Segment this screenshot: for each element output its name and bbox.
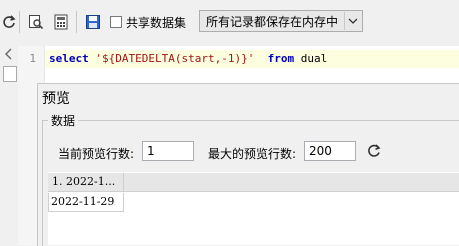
string-literal: '${DATEDELTA(start,-1)}'	[95, 52, 255, 65]
data-group-label: 数据	[48, 112, 79, 129]
preview-icon[interactable]	[27, 13, 45, 31]
toolbar-separator	[19, 11, 20, 33]
storage-mode-select[interactable]: 所有记录都保存在内存中	[199, 10, 363, 32]
line-number: 1	[29, 52, 36, 65]
calculator-icon[interactable]	[52, 13, 70, 31]
sql-code-line[interactable]: select '${DATEDELTA(start,-1)}' from dua…	[49, 52, 327, 65]
grid-column-header[interactable]: 1. 2022-1...	[48, 173, 124, 191]
toolbar-separator	[76, 11, 77, 33]
dialog-title: 预览	[42, 91, 70, 107]
share-dataset-label: 共享数据集	[126, 15, 187, 30]
max-rows-input[interactable]: 200	[304, 141, 356, 161]
current-rows-label: 当前预览行数:	[58, 147, 135, 161]
keyword-select: select	[49, 52, 89, 65]
save-icon[interactable]	[84, 13, 102, 31]
scroll-box[interactable]	[3, 66, 17, 82]
max-rows-label: 最大的预览行数:	[208, 147, 297, 161]
chevron-down-icon[interactable]	[344, 12, 361, 30]
share-dataset-checkbox[interactable]: 共享数据集	[110, 13, 186, 31]
chevron-left-icon[interactable]	[3, 48, 14, 60]
storage-mode-value: 所有记录都保存在内存中	[206, 14, 339, 29]
grid-cell[interactable]: 2022-11-29	[48, 193, 124, 212]
refresh-icon[interactable]	[0, 13, 18, 31]
current-rows-input[interactable]: 1	[142, 141, 194, 161]
refresh-icon[interactable]	[366, 143, 384, 161]
share-dataset-checkbox-box[interactable]	[110, 16, 122, 28]
keyword-from: from	[267, 52, 295, 65]
table-name: dual	[300, 52, 328, 65]
